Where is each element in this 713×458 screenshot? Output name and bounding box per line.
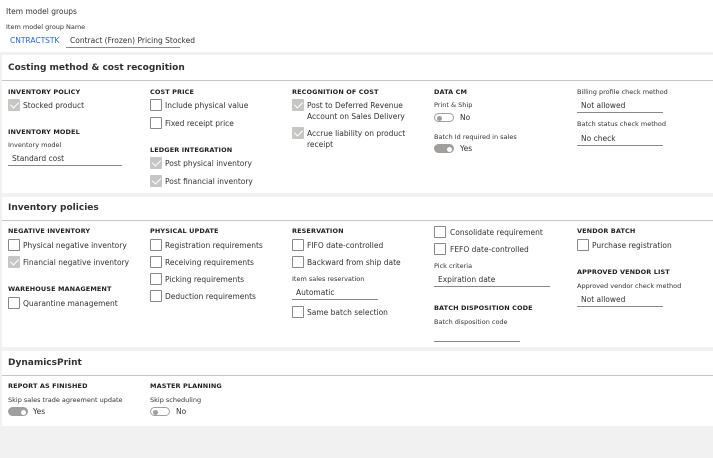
skip-sales-trade-value: Yes bbox=[33, 407, 46, 416]
skip-sales-trade-label: Skip sales trade agreement update bbox=[8, 396, 123, 404]
post-physical-inventory-checkbox[interactable] bbox=[150, 157, 162, 169]
physical-negative-inventory-checkbox[interactable] bbox=[8, 239, 20, 251]
financial-negative-inventory-label: Financial negative inventory bbox=[23, 258, 130, 267]
deduction-requirements-checkbox[interactable] bbox=[150, 290, 162, 302]
batch-status-label: Batch status check method bbox=[577, 120, 666, 128]
cost-price-heading: COST PRICE bbox=[150, 88, 195, 96]
post-deferred-revenue-label: Post to Deferred Revenue Account on Sales… bbox=[307, 100, 405, 122]
consolidate-requirement-checkbox[interactable] bbox=[434, 226, 446, 238]
batch-id-required-label: Batch Id required in sales bbox=[434, 133, 517, 141]
dynamicsprint-divider bbox=[2, 375, 713, 376]
fifo-date-controlled-label: FIFO date-controlled bbox=[307, 241, 384, 250]
post-physical-inventory-label: Post physical inventory bbox=[165, 159, 252, 168]
physical-negative-inventory-label: Physical negative inventory bbox=[23, 241, 127, 250]
approved-vendor-check-label: Approved vendor check method bbox=[577, 282, 682, 290]
batch-status-field[interactable]: No check bbox=[577, 131, 663, 146]
purchase-registration-checkbox[interactable] bbox=[577, 239, 589, 251]
pick-criteria-label: Pick criteria bbox=[434, 262, 473, 270]
dynamicsprint-section bbox=[2, 351, 713, 426]
pick-criteria-field[interactable]: Expiration date bbox=[434, 272, 550, 287]
picking-requirements-checkbox[interactable] bbox=[150, 273, 162, 285]
post-deferred-revenue-checkbox[interactable] bbox=[292, 99, 304, 111]
inventory-policy-heading: INVENTORY POLICY bbox=[8, 88, 81, 96]
negative-inventory-heading: NEGATIVE INVENTORY bbox=[8, 227, 91, 235]
item-sales-reservation-label: Item sales reservation bbox=[292, 275, 365, 283]
backward-from-ship-date-label: Backward from ship date bbox=[307, 258, 401, 267]
accrue-liability-line2: receipt bbox=[307, 140, 334, 149]
post-deferred-revenue-line1: Post to Deferred Revenue bbox=[307, 101, 403, 110]
breadcrumb[interactable]: Item model groups bbox=[6, 7, 77, 16]
picking-requirements-label: Picking requirements bbox=[165, 275, 245, 284]
item-model-group-label: Item model group bbox=[6, 23, 65, 31]
batch-disposition-field[interactable] bbox=[434, 327, 520, 342]
inventory-model-label: Inventory model bbox=[8, 141, 62, 149]
fefo-date-controlled-label: FEFO date-controlled bbox=[450, 245, 529, 254]
accrue-liability-checkbox[interactable] bbox=[292, 127, 304, 139]
deduction-requirements-label: Deduction requirements bbox=[165, 292, 256, 301]
master-planning-heading: MASTER PLANNING bbox=[150, 382, 222, 390]
recognition-of-cost-heading: RECOGNITION OF COST bbox=[292, 88, 379, 96]
post-deferred-revenue-line2: Account on Sales Delivery bbox=[307, 112, 405, 121]
registration-requirements-checkbox[interactable] bbox=[150, 239, 162, 251]
warehouse-management-heading: WAREHOUSE MANAGEMENT bbox=[8, 285, 112, 293]
financial-negative-inventory-checkbox[interactable] bbox=[8, 256, 20, 268]
receiving-requirements-checkbox[interactable] bbox=[150, 256, 162, 268]
approved-vendor-list-heading: APPROVED VENDOR LIST bbox=[577, 268, 670, 276]
inventory-model-heading: INVENTORY MODEL bbox=[8, 128, 80, 136]
reservation-heading: RESERVATION bbox=[292, 227, 344, 235]
fifo-date-controlled-checkbox[interactable] bbox=[292, 239, 304, 251]
fefo-date-controlled-checkbox[interactable] bbox=[434, 243, 446, 255]
name-label: Name bbox=[66, 23, 86, 31]
name-field[interactable]: Contract (Frozen) Pricing Stocked bbox=[66, 33, 195, 48]
item-model-group-field[interactable]: CNTRACTSTK bbox=[6, 33, 59, 48]
accrue-liability-line1: Accrue liability on product bbox=[307, 129, 406, 138]
inventory-model-field[interactable]: Standard cost bbox=[8, 151, 122, 166]
skip-scheduling-toggle[interactable] bbox=[150, 407, 170, 416]
stocked-product-label: Stocked product bbox=[23, 101, 85, 110]
post-financial-inventory-label: Post financial inventory bbox=[165, 177, 253, 186]
batch-disposition-heading: BATCH DISPOSITION CODE bbox=[434, 304, 533, 312]
batch-id-required-value: Yes bbox=[460, 144, 473, 153]
receiving-requirements-label: Receiving requirements bbox=[165, 258, 254, 267]
same-batch-selection-checkbox[interactable] bbox=[292, 306, 304, 318]
consolidate-requirement-label: Consolidate requirement bbox=[450, 228, 543, 237]
quarantine-management-label: Quarantine management bbox=[23, 299, 118, 308]
backward-from-ship-date-checkbox[interactable] bbox=[292, 256, 304, 268]
accrue-liability-label: Accrue liability on product receipt bbox=[307, 128, 405, 150]
skip-scheduling-label: Skip scheduling bbox=[150, 396, 202, 404]
purchase-registration-label: Purchase registration bbox=[592, 241, 672, 250]
print-ship-label: Print & Ship bbox=[434, 101, 473, 109]
inventory-policies-divider bbox=[2, 220, 713, 221]
vendor-batch-heading: VENDOR BATCH bbox=[577, 227, 636, 235]
billing-profile-label: Billing profile check method bbox=[577, 88, 668, 96]
skip-sales-trade-toggle[interactable] bbox=[8, 407, 28, 416]
stocked-product-checkbox[interactable] bbox=[8, 99, 20, 111]
registration-requirements-label: Registration requirements bbox=[165, 241, 263, 250]
physical-update-heading: PHYSICAL UPDATE bbox=[150, 227, 219, 235]
print-ship-value: No bbox=[460, 113, 471, 122]
same-batch-selection-label: Same batch selection bbox=[307, 308, 388, 317]
batch-disposition-label: Batch disposition code bbox=[434, 318, 508, 326]
skip-scheduling-value: No bbox=[176, 407, 187, 416]
post-financial-inventory-checkbox[interactable] bbox=[150, 175, 162, 187]
data-cm-heading: DATA CM bbox=[434, 88, 468, 96]
fixed-receipt-price-checkbox[interactable] bbox=[150, 117, 162, 129]
approved-vendor-check-field[interactable]: Not allowed bbox=[577, 292, 663, 307]
costing-divider bbox=[2, 80, 713, 81]
report-as-finished-heading: REPORT AS FINISHED bbox=[8, 382, 88, 390]
batch-id-required-toggle[interactable] bbox=[434, 144, 454, 153]
dynamicsprint-title[interactable]: DynamicsPrint bbox=[8, 358, 82, 368]
print-ship-toggle[interactable] bbox=[434, 113, 454, 122]
quarantine-management-checkbox[interactable] bbox=[8, 297, 20, 309]
billing-profile-field[interactable]: Not allowed bbox=[577, 98, 663, 113]
fixed-receipt-price-label: Fixed receipt price bbox=[165, 119, 234, 128]
costing-section-title[interactable]: Costing method & cost recognition bbox=[8, 63, 185, 73]
include-physical-value-checkbox[interactable] bbox=[150, 99, 162, 111]
include-physical-value-label: Include physical value bbox=[165, 101, 249, 110]
item-sales-reservation-field[interactable]: Automatic bbox=[292, 285, 378, 300]
inventory-policies-title[interactable]: Inventory policies bbox=[8, 203, 99, 213]
ledger-integration-heading: LEDGER INTEGRATION bbox=[150, 146, 233, 154]
